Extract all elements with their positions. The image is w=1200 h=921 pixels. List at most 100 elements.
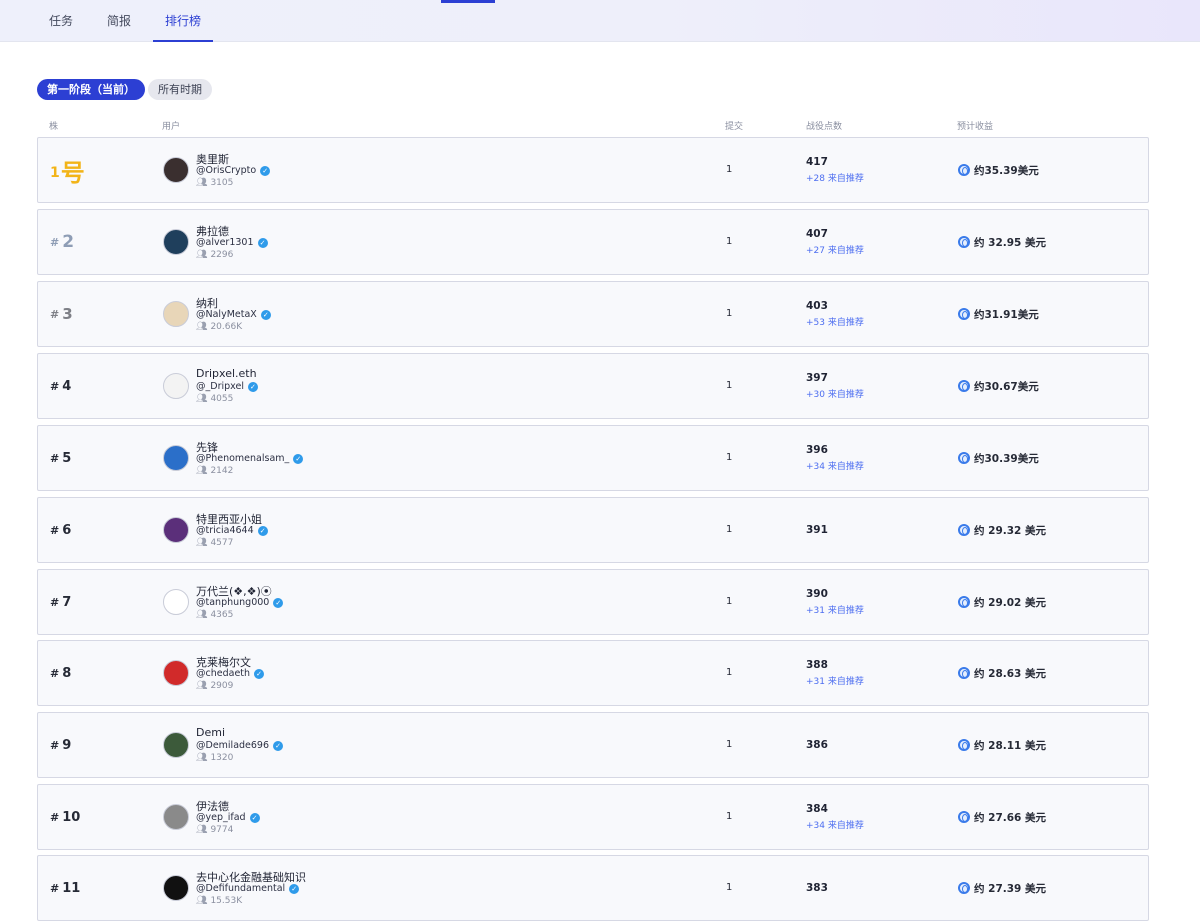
- follower-count: 2142: [210, 466, 234, 476]
- people-icon: 👥︎: [196, 466, 208, 476]
- user-handle[interactable]: @NalyMetaX: [196, 309, 257, 320]
- table-row[interactable]: # 6 特里西亚小姐 @tricia4644 ✓ 👥︎ 4577 1 391 约…: [37, 497, 1149, 563]
- avatar[interactable]: [163, 373, 189, 399]
- user-handle-row: @yep_ifad ✓: [196, 812, 260, 823]
- rank-number: 6: [62, 522, 72, 538]
- avatar[interactable]: [163, 445, 189, 471]
- referral-points: +34 来自推荐: [806, 462, 864, 472]
- tab-tasks[interactable]: 任务: [49, 0, 73, 42]
- estimated-reward: 约 28.63 美元: [958, 641, 1046, 705]
- user-handle[interactable]: @Phenomenalsam_: [196, 453, 289, 464]
- estimated-reward: 约 27.39 美元: [958, 856, 1046, 920]
- user-handle[interactable]: @OrisCrypto: [196, 165, 256, 176]
- reward-value: 约30.39美元: [974, 452, 1039, 465]
- avatar[interactable]: [163, 804, 189, 830]
- table-row[interactable]: # 3 纳利 @NalyMetaX ✓ 👥︎ 20.66K 1 403 +53 …: [37, 281, 1149, 347]
- avatar[interactable]: [163, 229, 189, 255]
- table-row[interactable]: # 2 弗拉德 @alver1301 ✓ 👥︎ 2296 1 407 +27 来…: [37, 209, 1149, 275]
- header-user: 用户: [162, 122, 181, 132]
- filter-all-time[interactable]: 所有时期: [148, 79, 212, 100]
- rank-cell: # 6: [50, 498, 71, 562]
- user-handle[interactable]: @Defifundamental: [196, 883, 285, 894]
- user-handle-row: @alver1301 ✓: [196, 237, 268, 248]
- rank-suffix: 号: [60, 158, 85, 187]
- user-handle-row: @chedaeth ✓: [196, 668, 265, 679]
- top-nav-bar: 任务 简报 排行榜: [0, 0, 1200, 42]
- table-row[interactable]: # 4 Dripxel.eth @_Dripxel ✓ 👥︎ 4055 1 39…: [37, 353, 1149, 419]
- coin-icon: [958, 380, 970, 392]
- user-handle[interactable]: @chedaeth: [196, 668, 250, 679]
- follower-count: 4055: [210, 394, 234, 404]
- people-icon: 👥︎: [196, 610, 208, 620]
- followers-row: 👥︎ 2296: [196, 250, 233, 260]
- reward-value: 约35.39美元: [974, 164, 1039, 177]
- user-name[interactable]: Demi: [196, 726, 225, 739]
- campaign-points: 388: [806, 659, 828, 671]
- estimated-reward: 约 27.66 美元: [958, 785, 1046, 849]
- verified-icon: ✓: [257, 525, 268, 536]
- submit-count: 1: [726, 811, 733, 822]
- rank-cell: # 9: [50, 713, 71, 777]
- referral-points: +31 来自推荐: [806, 606, 864, 616]
- avatar[interactable]: [163, 301, 189, 327]
- followers-row: 👥︎ 1320: [196, 753, 233, 763]
- user-handle[interactable]: @Demilade696: [196, 740, 269, 751]
- tab-briefing[interactable]: 简报: [107, 0, 131, 42]
- user-handle-row: @_Dripxel ✓: [196, 381, 258, 392]
- reward-value: 约 32.95 美元: [974, 236, 1047, 249]
- table-row[interactable]: # 10 伊法德 @yep_ifad ✓ 👥︎ 9774 1 384 +34 来…: [37, 784, 1149, 850]
- verified-icon: ✓: [293, 453, 304, 464]
- reward-value: 约 27.39 美元: [974, 882, 1047, 895]
- avatar[interactable]: [163, 157, 189, 183]
- user-handle-row: @OrisCrypto ✓: [196, 165, 271, 176]
- tab-leaderboard[interactable]: 排行榜: [152, 0, 214, 42]
- coin-icon: [958, 524, 970, 536]
- table-row[interactable]: # 11 去中心化金融基础知识 @Defifundamental ✓ 👥︎ 15…: [37, 855, 1149, 921]
- referral-points: +27 来自推荐: [806, 246, 864, 256]
- coin-icon: [958, 811, 970, 823]
- followers-row: 👥︎ 15.53K: [196, 896, 242, 906]
- top-accent-line: [441, 0, 495, 3]
- avatar[interactable]: [163, 660, 189, 686]
- rank-hash: #: [50, 738, 60, 752]
- table-row[interactable]: 1 号 奥里斯 @OrisCrypto ✓ 👥︎ 3105 1 417 +28 …: [37, 137, 1149, 203]
- filter-phase-current[interactable]: 第一阶段（当前）: [37, 79, 145, 100]
- rank-number: 7: [62, 594, 72, 610]
- submit-count: 1: [726, 380, 733, 391]
- estimated-reward: 约30.67美元: [958, 354, 1039, 418]
- user-name[interactable]: Dripxel.eth: [196, 367, 257, 380]
- rank-number: 10: [62, 809, 81, 825]
- follower-count: 2296: [210, 250, 234, 260]
- table-row[interactable]: # 7 万代兰(❖,❖)⦿ @tanphung000 ✓ 👥︎ 4365 1 3…: [37, 569, 1149, 635]
- rank-number: 1: [50, 165, 60, 181]
- avatar[interactable]: [163, 732, 189, 758]
- table-row[interactable]: # 9 Demi @Demilade696 ✓ 👥︎ 1320 1 386 约 …: [37, 712, 1149, 778]
- coin-icon: [958, 308, 970, 320]
- table-row[interactable]: # 5 先锋 @Phenomenalsam_ ✓ 👥︎ 2142 1 396 +…: [37, 425, 1149, 491]
- user-handle[interactable]: @_Dripxel: [196, 381, 244, 392]
- user-handle[interactable]: @tanphung000: [196, 597, 269, 608]
- rank-hash: #: [50, 451, 60, 465]
- avatar[interactable]: [163, 589, 189, 615]
- user-handle[interactable]: @yep_ifad: [196, 812, 246, 823]
- coin-icon: [958, 882, 970, 894]
- people-icon: 👥︎: [196, 753, 208, 763]
- table-row[interactable]: # 8 克莱梅尔文 @chedaeth ✓ 👥︎ 2909 1 388 +31 …: [37, 640, 1149, 706]
- follower-count: 20.66K: [210, 322, 243, 332]
- header-rank: 株: [49, 122, 59, 132]
- avatar[interactable]: [163, 517, 189, 543]
- people-icon: 👥︎: [196, 178, 208, 188]
- followers-row: 👥︎ 4055: [196, 394, 233, 404]
- follower-count: 2909: [210, 681, 234, 691]
- verified-icon: ✓: [254, 668, 265, 679]
- verified-icon: ✓: [249, 812, 260, 823]
- campaign-points: 386: [806, 739, 828, 751]
- user-handle[interactable]: @tricia4644: [196, 525, 254, 536]
- campaign-points: 407: [806, 228, 828, 240]
- avatar[interactable]: [163, 875, 189, 901]
- submit-count: 1: [726, 596, 733, 607]
- campaign-points: 383: [806, 882, 828, 894]
- rank-number: 11: [62, 880, 81, 896]
- referral-points: +30 来自推荐: [806, 390, 864, 400]
- user-handle[interactable]: @alver1301: [196, 237, 254, 248]
